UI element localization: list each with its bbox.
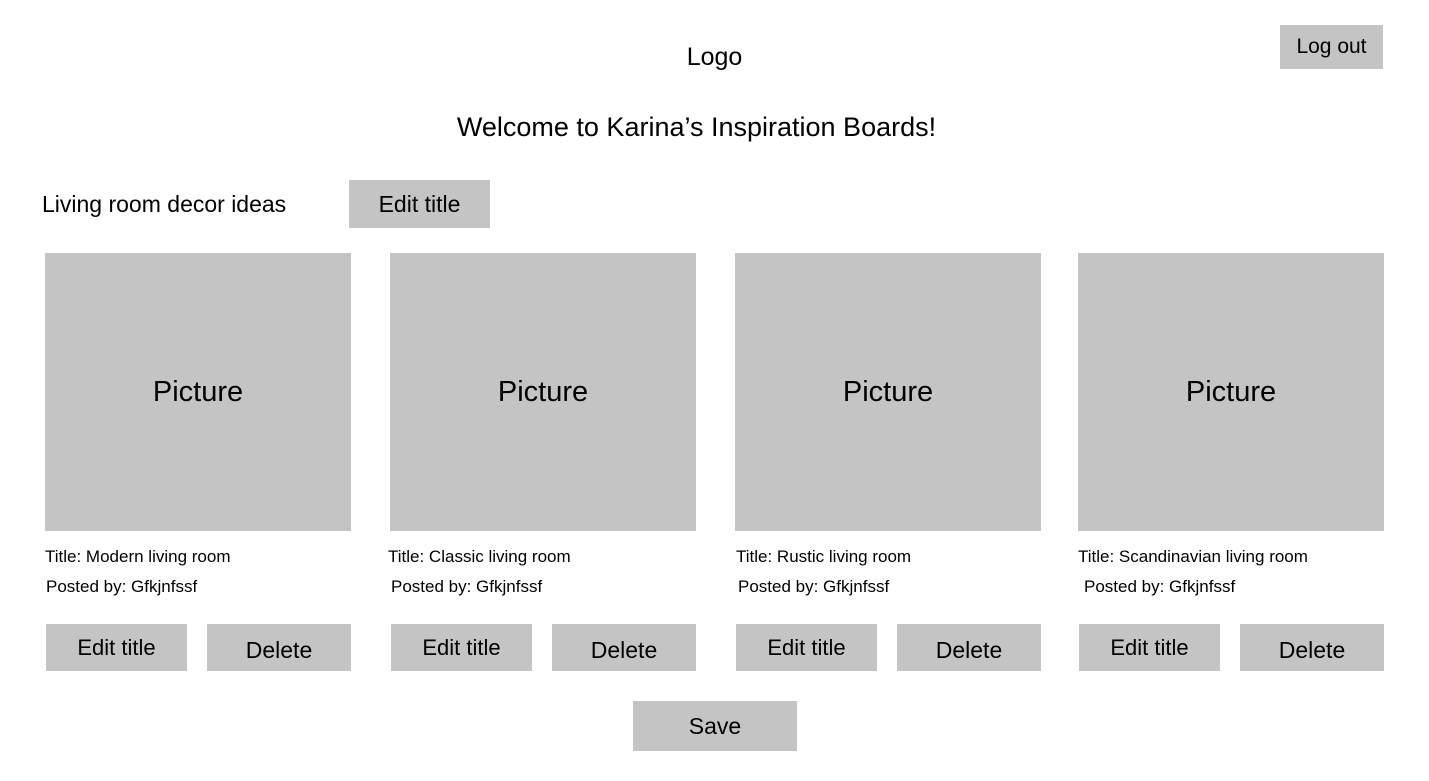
edit-title-button[interactable]: Edit title — [46, 624, 187, 671]
card-title: Title: Scandinavian living room — [1078, 547, 1308, 566]
edit-title-button[interactable]: Edit title — [391, 624, 532, 671]
picture-placeholder: Picture — [735, 253, 1041, 531]
board-title: Living room decor ideas — [42, 191, 287, 217]
card-posted-by: Posted by: Gfkjnfssf — [1084, 577, 1236, 596]
logo: Logo — [686, 43, 743, 71]
card-posted-by: Posted by: Gfkjnfssf — [46, 577, 198, 596]
picture-placeholder: Picture — [1078, 253, 1384, 531]
delete-button[interactable]: Delete — [1240, 624, 1384, 671]
card-title: Title: Classic living room — [388, 547, 571, 566]
logout-button[interactable]: Log out — [1280, 25, 1383, 69]
save-button[interactable]: Save — [633, 701, 797, 751]
card-posted-by: Posted by: Gfkjnfssf — [738, 577, 890, 596]
picture-placeholder: Picture — [390, 253, 696, 531]
edit-board-title-button[interactable]: Edit title — [349, 180, 490, 228]
card: Picture Title: Rustic living room Posted… — [735, 253, 1045, 673]
edit-title-button[interactable]: Edit title — [1079, 624, 1220, 671]
card-posted-by: Posted by: Gfkjnfssf — [391, 577, 543, 596]
card-title: Title: Modern living room — [45, 547, 231, 566]
card: Picture Title: Classic living room Poste… — [388, 253, 700, 673]
edit-title-button[interactable]: Edit title — [736, 624, 877, 671]
delete-button[interactable]: Delete — [897, 624, 1041, 671]
delete-button[interactable]: Delete — [207, 624, 351, 671]
card: Picture Title: Scandinavian living room … — [1078, 253, 1388, 673]
card: Picture Title: Modern living room Posted… — [45, 253, 355, 673]
delete-button[interactable]: Delete — [552, 624, 696, 671]
picture-placeholder: Picture — [45, 253, 351, 531]
welcome-heading: Welcome to Karina’s Inspiration Boards! — [456, 112, 937, 142]
card-title: Title: Rustic living room — [736, 547, 912, 566]
